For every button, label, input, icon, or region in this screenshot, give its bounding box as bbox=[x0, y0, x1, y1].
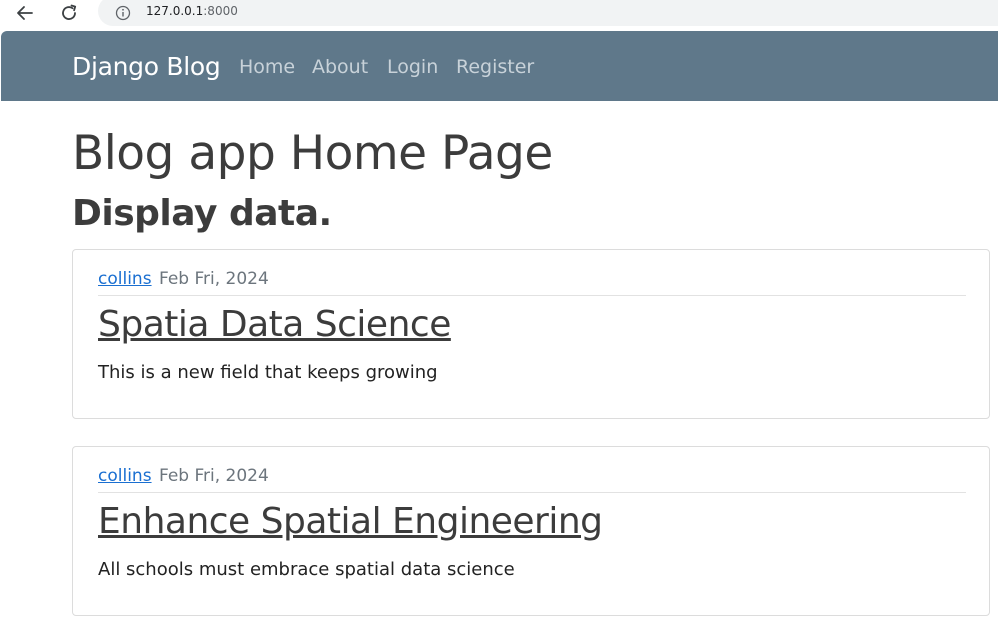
post-meta: collins Feb Fri, 2024 bbox=[98, 269, 966, 296]
post-author-link[interactable]: collins bbox=[98, 466, 152, 486]
back-button[interactable] bbox=[10, 0, 40, 26]
info-icon[interactable] bbox=[115, 5, 131, 21]
url-text[interactable]: 127.0.0.1:8000 bbox=[146, 4, 238, 18]
nav-link-login[interactable]: Login bbox=[387, 56, 438, 78]
nav-link-register[interactable]: Register bbox=[456, 56, 534, 78]
address-bar[interactable]: 127.0.0.1:8000 bbox=[98, 0, 998, 26]
post-card: collins Feb Fri, 2024 Spatia Data Scienc… bbox=[72, 249, 990, 419]
web-page: Django Blog Home About Login Register Bl… bbox=[0, 31, 998, 619]
post-title-link[interactable]: Enhance Spatial Engineering bbox=[98, 501, 603, 542]
browser-toolbar: 127.0.0.1:8000 bbox=[0, 0, 998, 31]
navbar-brand[interactable]: Django Blog bbox=[72, 52, 221, 81]
site-navbar: Django Blog Home About Login Register bbox=[1, 31, 998, 101]
nav-link-about[interactable]: About bbox=[312, 56, 368, 78]
reload-button[interactable] bbox=[54, 0, 84, 26]
post-author-link[interactable]: collins bbox=[98, 269, 152, 289]
url-host: 127.0.0.1 bbox=[146, 4, 204, 18]
post-date: Feb Fri, 2024 bbox=[158, 269, 269, 289]
reload-icon bbox=[62, 4, 77, 20]
page-title: Blog app Home Page bbox=[72, 126, 553, 181]
arrow-left-icon bbox=[17, 6, 33, 20]
post-date: Feb Fri, 2024 bbox=[158, 466, 269, 486]
post-content: This is a new field that keeps growing bbox=[98, 362, 438, 383]
page-subtitle: Display data. bbox=[72, 193, 332, 234]
url-port: :8000 bbox=[203, 4, 238, 18]
post-meta: collins Feb Fri, 2024 bbox=[98, 466, 966, 493]
post-title-link[interactable]: Spatia Data Science bbox=[98, 304, 451, 345]
post-card: collins Feb Fri, 2024 Enhance Spatial En… bbox=[72, 446, 990, 616]
nav-link-home[interactable]: Home bbox=[239, 56, 295, 78]
post-content: All schools must embrace spatial data sc… bbox=[98, 559, 515, 580]
